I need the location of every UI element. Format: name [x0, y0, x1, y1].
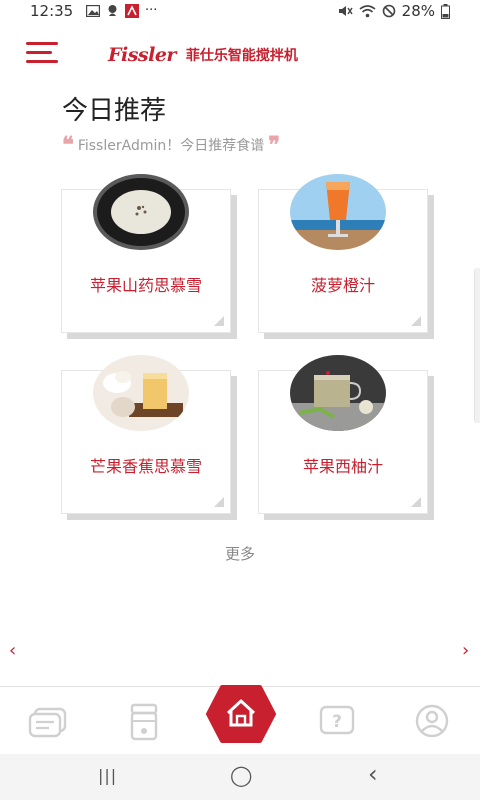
dnd-icon: [382, 4, 395, 18]
edge-panel-handle[interactable]: [474, 268, 480, 423]
menu-icon[interactable]: [26, 42, 58, 64]
card-corner: [214, 497, 224, 507]
profile-icon[interactable]: [413, 703, 453, 739]
recipe-name: 苹果西柚汁: [302, 457, 383, 476]
battery-percent: 28%: [401, 2, 435, 20]
page-title: 今日推荐: [62, 96, 167, 126]
back-button[interactable]: ‹: [368, 760, 378, 788]
mute-icon: [338, 6, 353, 16]
notification-icon: [108, 5, 117, 16]
recipe-card[interactable]: 菠萝橙汁: [258, 174, 428, 333]
recipes-icon[interactable]: [27, 703, 67, 739]
recipe-photo-white-smoothie: [93, 174, 189, 250]
status-bar: 12:35 ··· 28%: [0, 0, 480, 24]
status-right-icons: 28%: [338, 2, 450, 20]
status-time: 12:35: [30, 2, 74, 20]
recipe-photo-mango-smoothie: [93, 355, 189, 431]
recipe-card[interactable]: 苹果西柚汁: [258, 355, 428, 514]
recents-button[interactable]: |||: [98, 766, 117, 785]
prev-arrow-icon[interactable]: ‹: [9, 640, 16, 661]
recipe-name: 芒果香蕉思慕雪: [89, 457, 202, 476]
card-corner: [411, 316, 421, 326]
wifi-icon: [359, 4, 376, 17]
app-icon: [125, 3, 139, 18]
recipe-card[interactable]: 芒果香蕉思慕雪: [61, 355, 231, 514]
subtitle-text: FisslerAdmin！今日推荐食谱: [77, 138, 265, 154]
battery-icon: [441, 3, 450, 19]
recipe-photo-apple-juice: [290, 355, 386, 431]
bottom-nav: ?: [0, 683, 480, 755]
status-left-icons: ···: [86, 3, 157, 18]
home-system-button[interactable]: ◯: [230, 763, 252, 787]
more-dots-icon: ···: [145, 3, 158, 18]
recipe-name: 菠萝橙汁: [310, 276, 375, 295]
quote-close-icon: ❞: [268, 132, 281, 158]
fissler-logo: Fissler: [108, 44, 176, 66]
recipe-card[interactable]: 苹果山药思慕雪: [61, 174, 231, 333]
brand: Fissler 菲仕乐智能搅拌机: [108, 44, 298, 66]
recipe-photo-orange-juice: [290, 174, 386, 250]
quote-open-icon: ❝: [62, 132, 74, 158]
app-header: Fissler 菲仕乐智能搅拌机: [0, 28, 480, 80]
card-corner: [411, 497, 421, 507]
system-nav-bar: ||| ◯ ‹: [0, 754, 480, 800]
more-link[interactable]: 更多: [0, 543, 480, 564]
help-icon[interactable]: ?: [318, 703, 358, 739]
svg-text:?: ?: [332, 712, 342, 732]
app-name: 菲仕乐智能搅拌机: [185, 48, 298, 64]
image-icon: [86, 4, 100, 17]
card-corner: [214, 316, 224, 326]
recipe-name: 苹果山药思慕雪: [89, 276, 202, 295]
blender-icon[interactable]: [125, 703, 165, 741]
next-arrow-icon[interactable]: ›: [462, 640, 469, 661]
recommend-subtitle: ❝ FisslerAdmin！今日推荐食谱 ❞: [62, 132, 281, 158]
home-icon[interactable]: [206, 683, 276, 745]
